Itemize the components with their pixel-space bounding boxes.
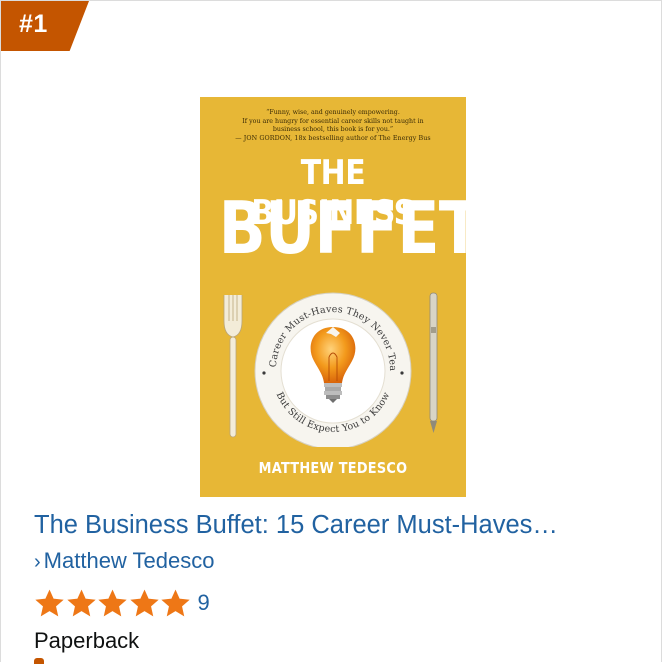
cover-plate-illustration: 15 Career Must-Haves They Never Teach Bu… (200, 287, 438, 447)
cover-quote-line: business school, this book is for you.” (272, 126, 394, 134)
cover-quote-author: — JON GORDON, 18x bestselling author of … (235, 135, 431, 143)
fork-icon (223, 295, 243, 438)
author-link[interactable]: › Matthew Tedesco (34, 547, 214, 576)
product-card: #1 “Funny, wise, and genuinely empowerin… (0, 0, 662, 664)
format-label: Paperback (34, 628, 140, 653)
star-icon (66, 589, 96, 616)
cover-quote-line: “Funny, wise, and genuinely empowering. (266, 109, 400, 116)
cover-title-line2: BUFFET (218, 186, 466, 270)
stars-group (34, 589, 192, 618)
author-name: Matthew Tedesco (43, 548, 215, 573)
product-title-link[interactable]: The Business Buffet: 15 Career Must-Have… (34, 509, 634, 541)
cover-author: MATTHEW TEDESCO (258, 459, 408, 477)
pen-icon (429, 292, 438, 433)
rating-count[interactable]: 9 (198, 590, 210, 616)
cover-quote-line: If you are hungry for essential career s… (242, 117, 424, 125)
rank-label: #1 (19, 10, 48, 38)
star-rating[interactable]: 9 (34, 588, 210, 618)
rank-badge: #1 (1, 1, 89, 51)
partial-element (34, 658, 44, 664)
star-icon (161, 589, 190, 616)
chevron-right-icon: › (34, 551, 41, 573)
cover-quote: “Funny, wise, and genuinely empowering. … (224, 109, 442, 144)
star-icon (129, 589, 159, 616)
book-cover-image[interactable]: “Funny, wise, and genuinely empowering. … (200, 97, 466, 497)
star-icon (35, 589, 64, 616)
star-icon (98, 589, 127, 616)
